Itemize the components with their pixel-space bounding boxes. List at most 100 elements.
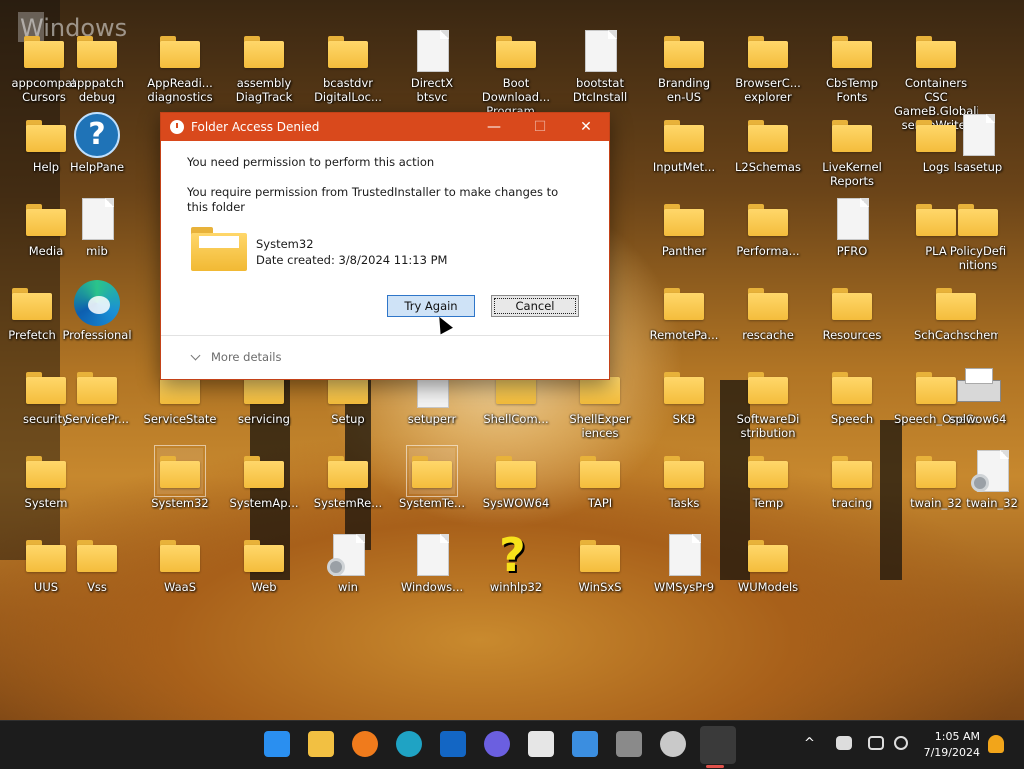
active-app-icon[interactable] [700,726,736,764]
desktop-icon-label: Temp [752,496,784,510]
desktop-icon[interactable]: Windows... [390,526,474,610]
desktop-icon[interactable]: System32 [138,442,222,526]
desktop-icon-label: SystemAp... [229,496,299,510]
desktop-icon[interactable]: tracing [810,442,894,526]
desktop-icon[interactable]: RemotePa... [642,274,726,358]
folder-icon [829,112,875,158]
desktop-icon[interactable]: mib [55,190,139,274]
clock-icon[interactable] [660,731,686,757]
desktop-icon[interactable]: WUModels [726,526,810,610]
desktop-icon[interactable]: WMSysPr9 [642,526,726,610]
desktop-icon[interactable]: SystemAp... [222,442,306,526]
desktop-icon[interactable]: Panther [642,190,726,274]
close-button[interactable]: ✕ [563,113,609,141]
desktop-icon[interactable]: WinSxS [558,526,642,610]
desktop-icon-label: DirectX btsvc [410,76,454,104]
outlook-icon[interactable] [440,731,466,757]
desktop-icon[interactable]: ServicePr... [55,358,139,442]
desktop-icon[interactable]: LiveKernel Reports [810,106,894,190]
edge-icon[interactable] [396,731,422,757]
folder-icon [577,532,623,578]
desktop-icon[interactable]: DirectX btsvc [390,22,474,106]
folder-icon [745,28,791,74]
folder-icon [325,28,371,74]
desktop-icon[interactable]: assembly DiagTrack [222,22,306,106]
tray-app-icon[interactable] [836,736,852,750]
calculator-icon[interactable] [616,731,642,757]
desktop-icon[interactable]: apppatch debug [55,22,139,106]
desktop-icon-label: Tasks [668,496,700,510]
desktop-icon-label: Professional [62,328,132,342]
desktop-icon[interactable]: Branding en-US [642,22,726,106]
desktop-icon-label: bcastdvr DigitalLoc... [314,76,382,104]
desktop-icon[interactable]: SoftwareDi stribution [726,358,810,442]
desktop-icon[interactable]: win [306,526,390,610]
desktop-icon[interactable]: Vss [55,526,139,610]
volume-muted-icon[interactable] [894,736,908,750]
desktop-icon[interactable]: CbsTemp Fonts [810,22,894,106]
tray-chevron[interactable]: ^ [804,736,815,751]
maximize-button[interactable]: ☐ [517,113,563,141]
desktop-icon[interactable]: Temp [726,442,810,526]
clock-time[interactable]: 1:05 AM [916,730,980,743]
desktop-icon-label: WMSysPr9 [653,580,715,594]
desktop-icon-label: CbsTemp Fonts [826,76,878,104]
desktop-icon[interactable]: rescache [726,274,810,358]
desktop-icon[interactable]: lsasetup [936,106,1020,190]
desktop-icon[interactable]: ? HelpPane [55,106,139,190]
desktop-icon[interactable]: L2Schemas [726,106,810,190]
desktop-icon[interactable]: splwow64 [936,358,1020,442]
desktop-icon[interactable]: WaaS [138,526,222,610]
file-icon [74,196,120,242]
desktop-icon[interactable]: Speech [810,358,894,442]
desktop-icon[interactable]: BrowserC... explorer [726,22,810,106]
chevron-down-icon[interactable] [190,350,201,361]
folder-icon [74,532,120,578]
file-icon [409,532,455,578]
desktop-icon-label: mib [86,244,108,258]
desktop-icon[interactable]: AppReadi... diagnostics [138,22,222,106]
dialog-titlebar[interactable]: Folder Access Denied — ☐ ✕ [161,113,609,141]
desktop-icon[interactable]: Professional [55,274,139,358]
store-icon[interactable] [528,731,554,757]
desktop-icon[interactable]: SchCachschemas [914,274,998,358]
try-again-button[interactable]: Try Again [387,295,475,317]
more-details-toggle[interactable]: More details [211,350,281,364]
notification-bell-icon[interactable] [988,735,1004,753]
taskbar: ^ 1:05 AM 7/19/2024 [0,720,1024,769]
desktop-icon[interactable]: twain_32 [950,442,1024,526]
desktop-icon[interactable]: PFRO [810,190,894,274]
desktop-icon[interactable]: Performa... [726,190,810,274]
desktop-icon-label: Web [251,580,277,594]
desktop-icon[interactable]: TAPI [558,442,642,526]
desktop-icon[interactable]: SysWOW64 [474,442,558,526]
desktop-icon[interactable]: System [4,442,88,526]
desktop-icon[interactable]: ? winhlp32 [474,526,558,610]
desktop-icon[interactable]: SKB [642,358,726,442]
desktop-icon[interactable]: bootstat DtcInstall [558,22,642,106]
copilot-icon[interactable] [484,731,510,757]
file-explorer-icon[interactable] [308,731,334,757]
cancel-button[interactable]: Cancel [491,295,579,317]
desktop-icon[interactable]: Resources [810,274,894,358]
desktop-icon[interactable]: SystemTe... [390,442,474,526]
desktop-icon[interactable]: SystemRe... [306,442,390,526]
dialog-message-primary: You need permission to perform this acti… [187,155,435,169]
minimize-button[interactable]: — [471,113,517,141]
desktop-icon[interactable]: PolicyDefi nitions [936,190,1020,274]
desktop-icon[interactable]: InputMet... [642,106,726,190]
folder-icon [745,280,791,326]
desktop-icon[interactable]: Boot Download... Program... [474,22,558,118]
desktop-icon[interactable]: Containers CSC GameB.Globalizat... sence… [894,22,978,132]
desktop-icon[interactable]: bcastdvr DigitalLoc... [306,22,390,106]
clock-date[interactable]: 7/19/2024 [916,746,980,759]
folder-icon [661,196,707,242]
network-icon[interactable] [868,736,884,750]
desktop-icon[interactable]: Web [222,526,306,610]
desktop-icon[interactable]: Tasks [642,442,726,526]
photos-icon[interactable] [572,731,598,757]
start-icon[interactable] [264,731,290,757]
firefox-icon[interactable] [352,731,378,757]
desktop-icon-label: setuperr [407,412,457,426]
file-icon [409,28,455,74]
